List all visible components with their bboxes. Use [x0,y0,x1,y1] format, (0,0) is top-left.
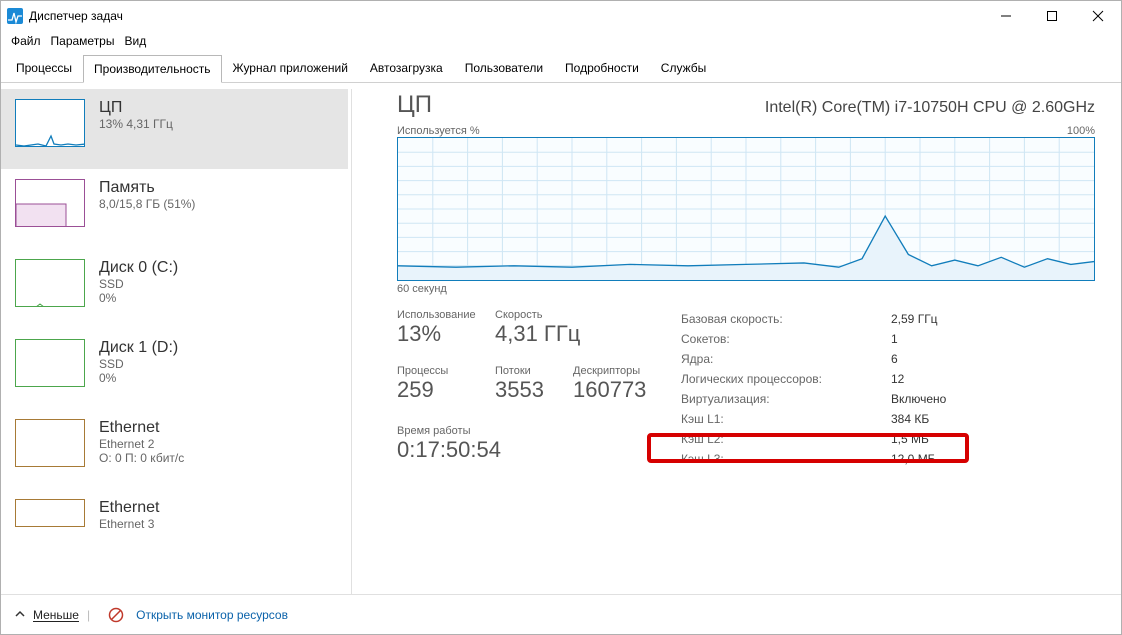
sidebar-item-disk1[interactable]: Диск 1 (D:) SSD 0% [1,329,348,409]
chart-util-max: 100% [1067,125,1095,137]
sidebar-item-sub: SSD [99,277,178,291]
sidebar-item-label: Память [99,179,195,197]
disk0-sparkline [15,259,85,307]
cpu-model: Intel(R) Core(TM) i7-10750H CPU @ 2.60GH… [765,99,1095,117]
collapse-toggle[interactable] [15,608,25,622]
titlebar: Диспетчер задач [1,1,1121,31]
maximize-button[interactable] [1029,1,1075,31]
sidebar-item-label: Диск 0 (C:) [99,259,178,277]
sidebar-item-label: Диск 1 (D:) [99,339,178,357]
usage-value: 13% [397,321,495,347]
sidebar-item-ethernet2[interactable]: Ethernet Ethernet 2 О: 0 П: 0 кбит/с [1,409,348,489]
disk1-sparkline [15,339,85,387]
lp-label: Логических процессоров: [681,372,891,386]
sidebar-item-cpu[interactable]: ЦП 13% 4,31 ГГц [1,89,348,169]
sidebar-item-sub2: 0% [99,291,178,305]
close-button[interactable] [1075,1,1121,31]
sidebar-item-ethernet3[interactable]: Ethernet Ethernet 3 [1,489,348,533]
chevron-up-icon [15,609,25,619]
tab-users[interactable]: Пользователи [454,54,554,82]
handles-value: 160773 [573,377,681,403]
l3-label: Кэш L3: [681,452,891,466]
cpu-sparkline [15,99,85,147]
tab-startup[interactable]: Автозагрузка [359,54,454,82]
sidebar-item-sub: 8,0/15,8 ГБ (51%) [99,197,195,211]
chart-time-axis: 60 секунд [397,283,447,295]
sockets-label: Сокетов: [681,332,891,346]
sidebar-item-sub: 13% 4,31 ГГц [99,117,173,131]
l3-value: 12,0 МБ [891,452,936,466]
footer: Меньше | Открыть монитор ресурсов [1,594,1121,634]
tab-bar: Процессы Производительность Журнал прило… [1,54,1121,83]
open-resource-monitor-link[interactable]: Открыть монитор ресурсов [136,608,288,622]
lp-value: 12 [891,372,904,386]
menu-view[interactable]: Вид [124,34,146,48]
virt-value: Включено [891,392,946,406]
threads-value: 3553 [495,377,573,403]
sidebar-scrollbar[interactable] [351,89,371,594]
processes-value: 259 [397,377,495,403]
sidebar-item-label: ЦП [99,99,173,117]
menu-options[interactable]: Параметры [51,34,115,48]
sidebar-item-sub: SSD [99,357,178,371]
tab-apphistory[interactable]: Журнал приложений [222,54,359,82]
footer-separator: | [87,608,90,622]
threads-label: Потоки [495,365,573,377]
handles-label: Дескрипторы [573,365,681,377]
cpu-usage-chart [397,137,1095,281]
memory-sparkline [15,179,85,227]
tab-performance[interactable]: Производительность [83,55,221,83]
l2-value: 1,5 МБ [891,432,929,446]
sidebar-item-memory[interactable]: Память 8,0/15,8 ГБ (51%) [1,169,348,249]
menu-file[interactable]: Файл [11,34,41,48]
base-speed-label: Базовая скорость: [681,312,891,326]
resource-monitor-icon [108,607,124,623]
tab-processes[interactable]: Процессы [5,54,83,82]
menubar: Файл Параметры Вид [1,31,1121,54]
tab-services[interactable]: Службы [650,54,717,82]
sidebar: ЦП 13% 4,31 ГГц Память 8,0/15,8 ГБ (51%) [1,83,371,594]
chart-util-label: Используется % [397,125,480,137]
l2-label: Кэш L2: [681,432,891,446]
sidebar-item-sub: Ethernet 2 [99,437,184,451]
speed-value: 4,31 ГГц [495,321,681,347]
sidebar-item-disk0[interactable]: Диск 0 (C:) SSD 0% [1,249,348,329]
base-speed-value: 2,59 ГГц [891,312,938,326]
page-title: ЦП [397,91,432,119]
eth3-sparkline [15,499,85,527]
uptime-label: Время работы [397,425,657,437]
app-icon [7,8,23,24]
l1-value: 384 КБ [891,412,929,426]
sidebar-item-label: Ethernet [99,499,159,517]
window-title: Диспетчер задач [29,9,123,23]
sidebar-item-sub: Ethernet 3 [99,517,159,531]
l1-label: Кэш L1: [681,412,891,426]
cores-label: Ядра: [681,352,891,366]
main-panel: ЦП Intel(R) Core(TM) i7-10750H CPU @ 2.6… [371,83,1121,594]
processes-label: Процессы [397,365,495,377]
sidebar-item-sub2: О: 0 П: 0 кбит/с [99,451,184,465]
cores-value: 6 [891,352,898,366]
uptime-value: 0:17:50:54 [397,437,657,463]
speed-label: Скорость [495,309,681,321]
eth2-sparkline [15,419,85,467]
tab-details[interactable]: Подробности [554,54,650,82]
sidebar-item-sub2: 0% [99,371,178,385]
less-button[interactable]: Меньше [33,608,79,622]
sidebar-item-label: Ethernet [99,419,184,437]
usage-label: Использование [397,309,495,321]
sockets-value: 1 [891,332,898,346]
virt-label: Виртуализация: [681,392,891,406]
minimize-button[interactable] [983,1,1029,31]
